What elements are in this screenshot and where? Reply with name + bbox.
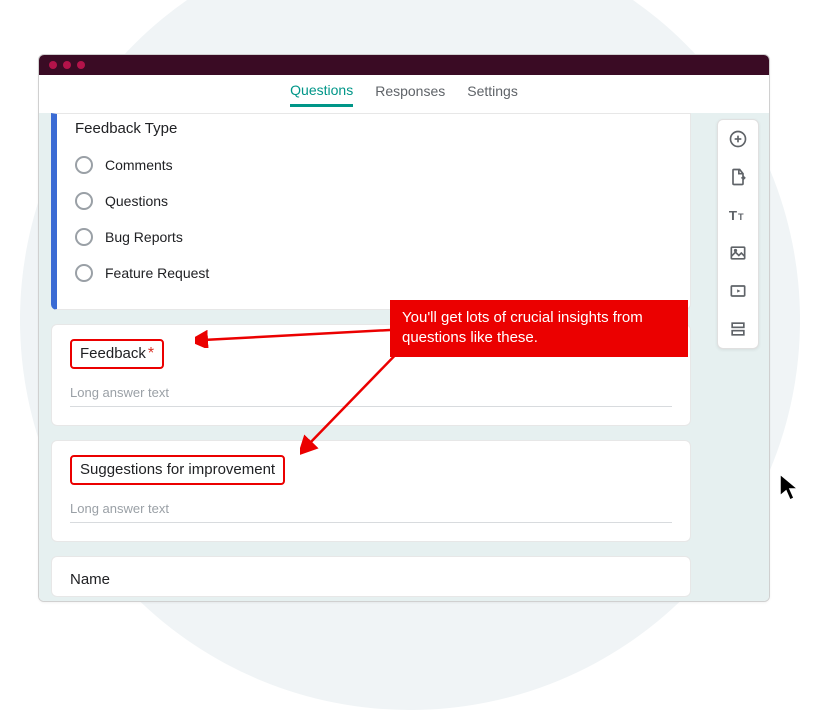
form-area: Feedback Type Comments Questions Bug Rep… [39, 113, 769, 601]
tab-responses[interactable]: Responses [375, 83, 445, 105]
add-image-icon[interactable] [727, 242, 749, 264]
option-label: Questions [105, 193, 168, 209]
option-row[interactable]: Feature Request [75, 255, 672, 291]
tab-settings[interactable]: Settings [467, 83, 518, 105]
question-card-feedback-type[interactable]: Feedback Type Comments Questions Bug Rep… [51, 113, 691, 310]
import-questions-icon[interactable] [727, 166, 749, 188]
option-row[interactable]: Comments [75, 147, 672, 183]
callout-text: You'll get lots of crucial insights from… [402, 309, 643, 346]
annotation-callout: You'll get lots of crucial insights from… [390, 300, 688, 357]
svg-text:T: T [729, 208, 737, 223]
add-question-icon[interactable] [727, 128, 749, 150]
window-dot [49, 61, 57, 69]
form-tabs: Questions Responses Settings [39, 75, 769, 113]
required-star: * [148, 345, 154, 362]
question-title: Suggestions for improvement [80, 461, 275, 478]
add-title-icon[interactable]: TT [727, 204, 749, 226]
window-titlebar [39, 55, 769, 75]
option-label: Comments [105, 157, 173, 173]
annotation-highlight-suggestions: Suggestions for improvement [70, 455, 285, 485]
window-dot [63, 61, 71, 69]
option-label: Bug Reports [105, 229, 183, 245]
question-title: Name [70, 571, 672, 588]
question-card-suggestions[interactable]: Suggestions for improvement Long answer … [51, 440, 691, 542]
side-toolbar: TT [717, 119, 759, 349]
option-row[interactable]: Questions [75, 183, 672, 219]
radio-icon[interactable] [75, 192, 93, 210]
radio-icon[interactable] [75, 156, 93, 174]
radio-icon[interactable] [75, 264, 93, 282]
svg-text:T: T [738, 212, 744, 222]
long-answer-placeholder[interactable]: Long answer text [70, 385, 672, 407]
add-section-icon[interactable] [727, 318, 749, 340]
radio-icon[interactable] [75, 228, 93, 246]
option-label: Feature Request [105, 265, 209, 281]
question-title: Feedback Type [75, 120, 672, 137]
option-row[interactable]: Bug Reports [75, 219, 672, 255]
long-answer-placeholder[interactable]: Long answer text [70, 501, 672, 523]
tab-questions[interactable]: Questions [290, 82, 353, 107]
question-card-name[interactable]: Name [51, 556, 691, 597]
annotation-highlight-feedback: Feedback* [70, 339, 164, 369]
window-dot [77, 61, 85, 69]
question-title: Feedback [80, 345, 146, 362]
add-video-icon[interactable] [727, 280, 749, 302]
cursor-icon [778, 472, 804, 507]
